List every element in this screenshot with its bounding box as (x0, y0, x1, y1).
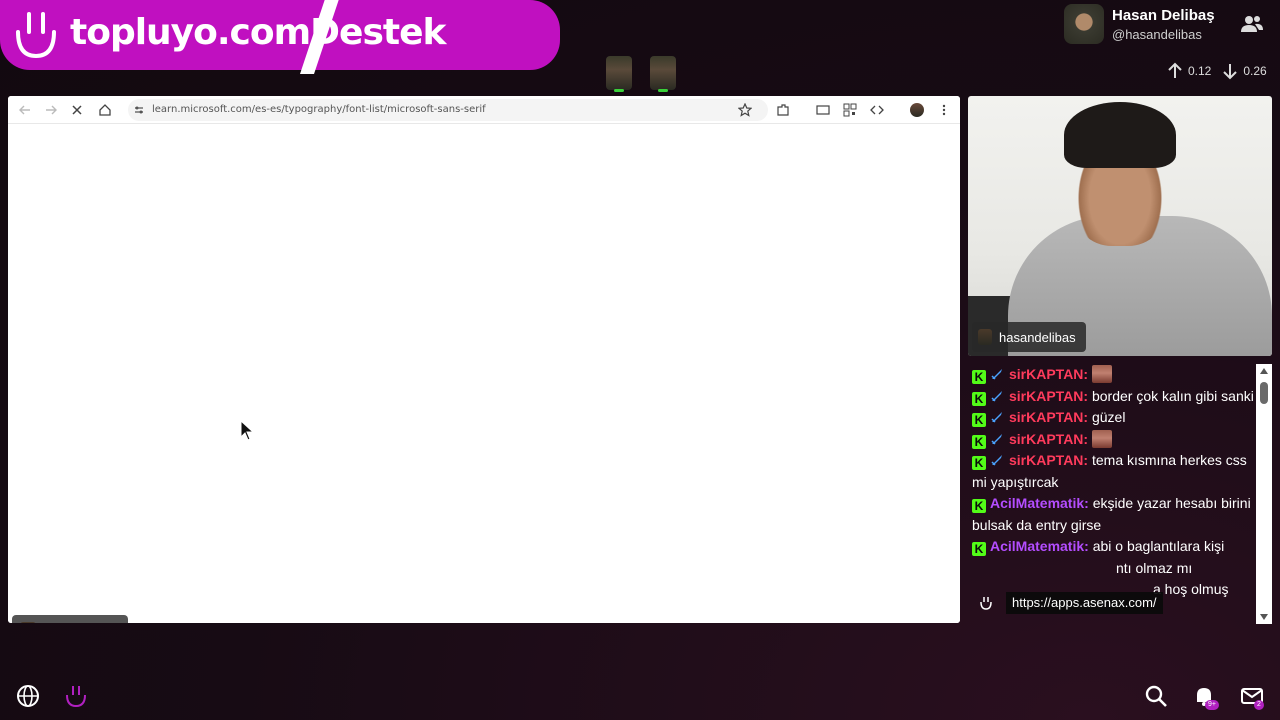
chat-username[interactable]: sirKAPTAN (1009, 388, 1083, 404)
chat-emote (1091, 429, 1112, 448)
sword-badge-icon (991, 455, 1002, 466)
stop-loading-icon[interactable] (70, 103, 84, 117)
profile-name: Hasan Delibaş (1112, 6, 1215, 24)
cast-icon[interactable] (816, 103, 830, 117)
shared-screen-browser: learn.microsoft.com/es-es/typography/fon… (8, 96, 960, 623)
chat-message: KsirKAPTAN: güzel (968, 407, 1254, 429)
screen-share-name-tag: hasandelibas (12, 615, 128, 623)
avatar (20, 622, 36, 623)
qr-code-icon[interactable] (843, 103, 857, 117)
chat-panel: KsirKAPTAN: KsirKAPTAN: border çok kalın… (968, 364, 1272, 624)
extensions-icon[interactable] (776, 103, 790, 117)
link-overlay[interactable]: https://apps.asenax.com/ (1006, 592, 1163, 614)
arrow-down-icon (1223, 64, 1238, 80)
kick-badge-icon: K (972, 456, 986, 470)
viewer-avatar[interactable] (650, 56, 676, 92)
profile-info: Hasan Delibaş @hasandelibas (1112, 7, 1215, 42)
chat-message: K AcilMatematik: abi o baglantılara kişi (968, 536, 1254, 558)
chat-text: border çok kalın gibi sanki (1091, 387, 1254, 404)
chat-separator: : (1083, 366, 1092, 382)
topluyo-logo-icon[interactable] (64, 684, 88, 708)
chat-separator: : (1083, 452, 1092, 468)
chat-message: KsirKAPTAN: tema kısmına herkes css mi y… (968, 450, 1254, 493)
webcam-person-hair (1064, 102, 1176, 168)
sword-badge-icon (991, 412, 1002, 423)
devtools-code-icon[interactable] (870, 103, 884, 117)
url-text: learn.microsoft.com/es-es/typography/fon… (152, 104, 486, 115)
chat-text: güzel (1091, 409, 1126, 425)
chat-separator: : (1083, 430, 1092, 447)
avatar[interactable] (1064, 4, 1104, 44)
chat-partial-text: a hoş olmuş (1153, 580, 1229, 597)
viewer-avatars (606, 56, 676, 92)
site-settings-icon[interactable] (134, 105, 144, 115)
chat-username[interactable]: sirKAPTAN (1009, 409, 1083, 425)
user-profile[interactable]: Hasan Delibaş @hasandelibas (1064, 4, 1215, 44)
arrow-up-icon (1168, 62, 1182, 78)
webcam-username: hasandelibas (999, 329, 1076, 345)
browser-toolbar: learn.microsoft.com/es-es/typography/fon… (8, 96, 960, 124)
globe-icon[interactable] (16, 684, 40, 708)
kick-badge-icon: K (972, 413, 986, 427)
chat-separator: : (1083, 409, 1092, 425)
scroll-thumb[interactable] (1260, 382, 1268, 404)
kick-badge-icon: K (972, 370, 986, 384)
forward-arrow-icon[interactable] (44, 103, 58, 117)
home-icon[interactable] (98, 103, 112, 117)
chat-emote (1091, 365, 1112, 383)
mouse-cursor-icon (240, 420, 255, 441)
chat-separator: : (1084, 495, 1093, 511)
friends-icon[interactable] (1240, 14, 1264, 34)
notification-badge: 9+ (1205, 700, 1219, 710)
chat-scrollbar[interactable] (1256, 364, 1272, 624)
chat-message: K AcilMatematik: ekşide yazar hesabı biri… (968, 493, 1254, 536)
topluyo-icon (980, 597, 992, 610)
profile-handle: @hasandelibas (1112, 26, 1202, 42)
chat-partial-text: ntı olmaz mı (1116, 559, 1193, 576)
banner-text: topluyo.comDestek (70, 12, 446, 53)
chat-username[interactable]: sirKAPTAN (1009, 366, 1083, 382)
chat-username[interactable]: AcilMatematik (990, 538, 1084, 554)
viewer-avatar[interactable] (606, 56, 632, 92)
bookmark-star-icon[interactable] (738, 103, 752, 117)
kick-badge-icon: K (972, 434, 986, 449)
banner-text-part1: topluyo.co (70, 12, 275, 53)
sword-badge-icon (991, 390, 1002, 402)
address-bar[interactable]: learn.microsoft.com/es-es/typography/fon… (128, 99, 768, 121)
chat-message: KsirKAPTAN: (968, 429, 1254, 451)
scroll-down-arrow-icon[interactable] (1260, 613, 1268, 621)
sword-badge-icon (991, 433, 1002, 445)
chat-username[interactable]: sirKAPTAN (1009, 452, 1083, 468)
kick-badge-icon: K (972, 542, 986, 556)
chat-message: KsirKAPTAN: border çok kalın gibi sanki (968, 386, 1254, 408)
kick-badge-icon: K (972, 391, 986, 406)
kick-badge-icon: K (972, 499, 986, 513)
topluyo-banner: topluyo.comDestek (0, 0, 560, 74)
sword-badge-icon (991, 369, 1002, 380)
upload-speed: 0.12 (1188, 64, 1212, 78)
back-arrow-icon[interactable] (18, 103, 32, 117)
webcam-feed: hasandelibas (968, 96, 1272, 356)
scroll-up-arrow-icon[interactable] (1260, 367, 1268, 375)
chat-text: abi o baglantılara kişi (1092, 538, 1225, 554)
smile-logo-icon (16, 12, 56, 59)
avatar (978, 329, 992, 345)
chat-separator: : (1083, 387, 1092, 404)
download-speed: 0.26 (1243, 64, 1267, 78)
chat-message: KsirKAPTAN: (968, 364, 1254, 386)
network-stats: 0.12 0.26 (1166, 62, 1277, 80)
chat-username[interactable]: AcilMatematik (990, 495, 1084, 511)
browser-profile-avatar[interactable] (910, 103, 924, 117)
menu-kebab-icon[interactable] (937, 103, 951, 117)
search-icon[interactable] (1144, 684, 1168, 708)
page-content-blank: hasandelibas (8, 124, 960, 623)
banner-slash-mark (300, 0, 339, 74)
chat-username[interactable]: sirKAPTAN (1009, 431, 1083, 447)
mail-badge: 2 (1254, 700, 1264, 710)
chat-separator: : (1084, 538, 1093, 554)
webcam-name-tag: hasandelibas (972, 322, 1086, 352)
